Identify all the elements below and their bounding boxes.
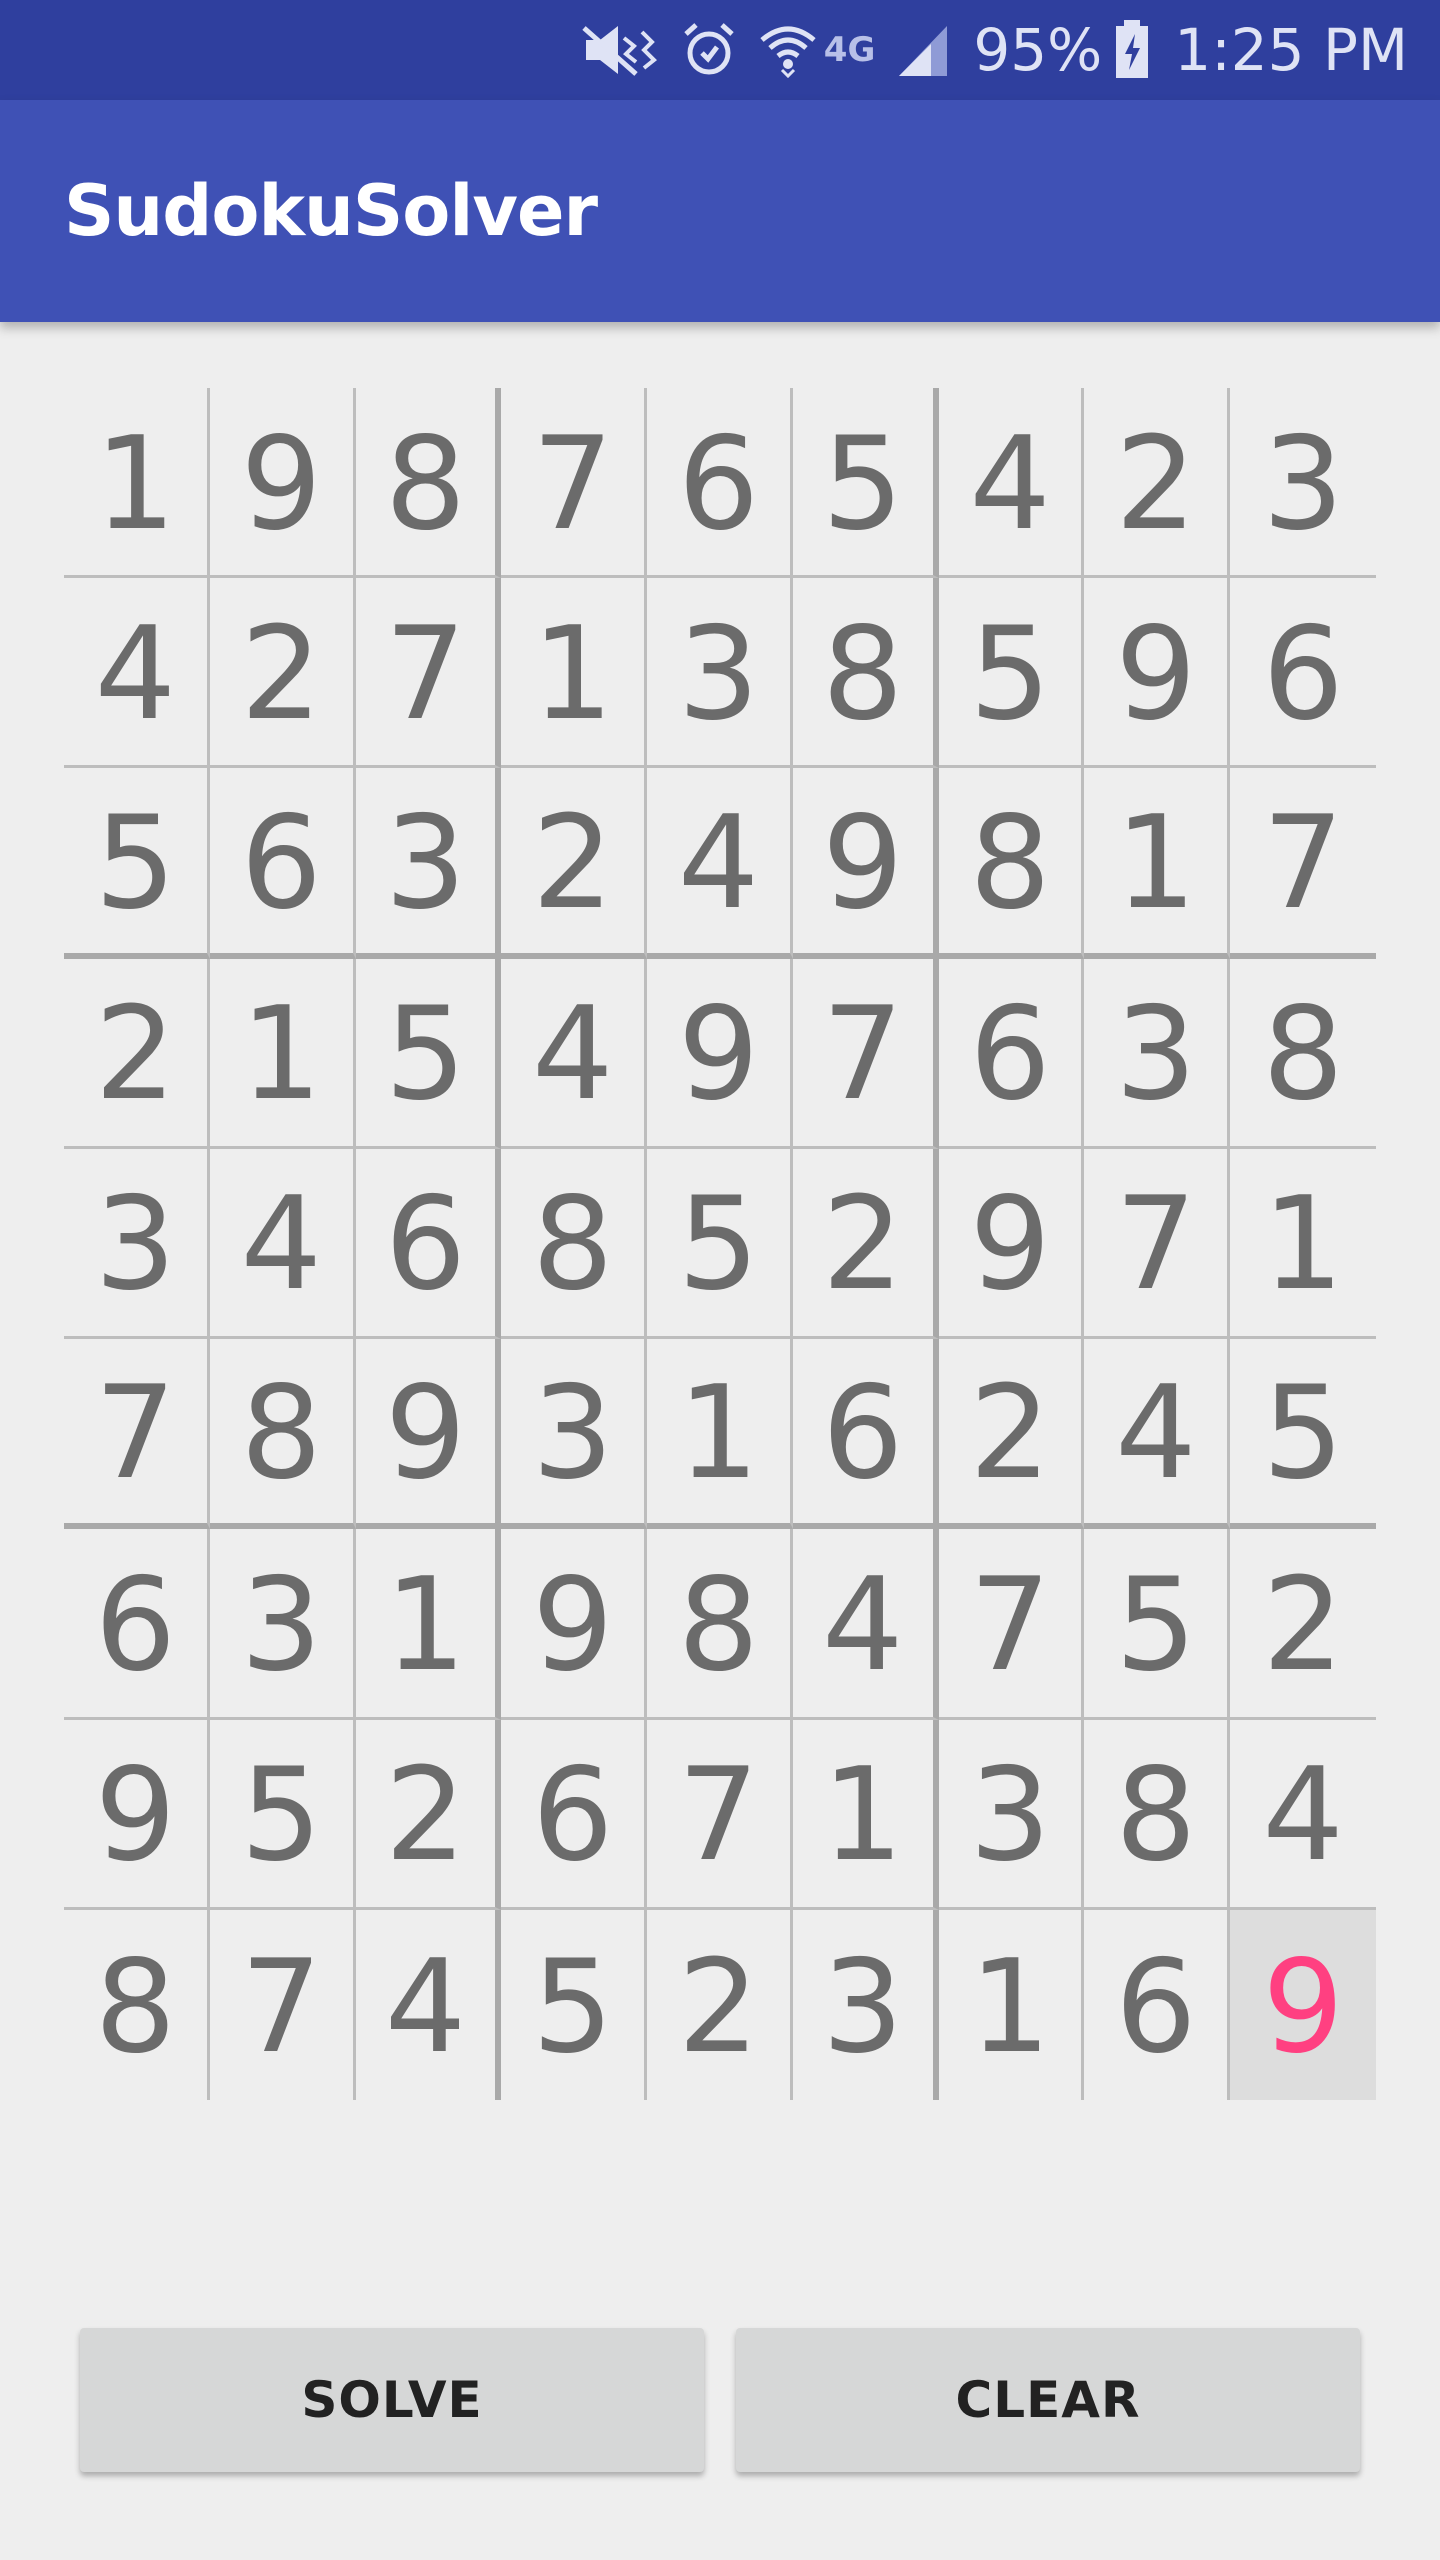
sudoku-grid: 1987654234271385965632498172154976383468… xyxy=(64,388,1376,2100)
sudoku-cell-r5-c2[interactable]: 4 xyxy=(209,1148,356,1340)
sudoku-cell-r7-c2[interactable]: 3 xyxy=(209,1529,356,1720)
sudoku-cell-r6-c1[interactable]: 7 xyxy=(64,1339,210,1530)
sudoku-cell-r2-c4[interactable]: 1 xyxy=(501,578,648,769)
sudoku-cell-r4-c3[interactable]: 5 xyxy=(355,958,502,1149)
solve-button[interactable]: SOLVE xyxy=(80,2328,704,2472)
network-type-label: 4G xyxy=(823,30,876,70)
sudoku-cell-r7-c7[interactable]: 7 xyxy=(938,1529,1085,1720)
sudoku-cell-r1-c8[interactable]: 2 xyxy=(1084,388,1231,579)
sudoku-cell-r2-c6[interactable]: 8 xyxy=(792,578,939,769)
sudoku-cell-r2-c7[interactable]: 5 xyxy=(938,578,1085,769)
sudoku-cell-r6-c9[interactable]: 5 xyxy=(1230,1339,1376,1530)
sudoku-cell-r9-c7[interactable]: 1 xyxy=(939,1909,1085,2100)
sudoku-cell-r3-c1[interactable]: 5 xyxy=(64,768,210,959)
sudoku-cell-r3-c9[interactable]: 7 xyxy=(1230,768,1376,959)
sudoku-cell-r7-c1[interactable]: 6 xyxy=(64,1529,210,1720)
sudoku-cell-r6-c8[interactable]: 4 xyxy=(1084,1339,1231,1530)
sudoku-cell-r4-c6[interactable]: 7 xyxy=(792,958,939,1149)
sudoku-cell-r1-c1[interactable]: 1 xyxy=(64,388,210,579)
sudoku-cell-r2-c8[interactable]: 9 xyxy=(1084,578,1231,769)
sudoku-cell-r8-c1[interactable]: 9 xyxy=(64,1719,210,1910)
sudoku-cell-r7-c9[interactable]: 2 xyxy=(1230,1529,1376,1720)
sudoku-cell-r4-c8[interactable]: 3 xyxy=(1084,958,1231,1149)
sudoku-cell-r2-c3[interactable]: 7 xyxy=(355,578,502,769)
sudoku-cell-r5-c4[interactable]: 8 xyxy=(501,1148,648,1340)
wifi-icon xyxy=(758,22,818,78)
sudoku-cell-r4-c1[interactable]: 2 xyxy=(64,958,210,1149)
app-title: SudokuSolver xyxy=(64,170,598,252)
clear-button[interactable]: CLEAR xyxy=(736,2328,1360,2472)
sudoku-cell-r6-c2[interactable]: 8 xyxy=(209,1339,356,1530)
sudoku-cell-r8-c9[interactable]: 4 xyxy=(1230,1720,1376,1910)
sudoku-cell-r4-c9[interactable]: 8 xyxy=(1230,959,1376,1149)
sudoku-cell-r1-c2[interactable]: 9 xyxy=(209,388,356,579)
sudoku-cell-r1-c5[interactable]: 6 xyxy=(647,388,793,579)
signal-icon xyxy=(897,22,949,78)
sudoku-cell-r6-c6[interactable]: 6 xyxy=(792,1339,939,1530)
sudoku-cell-r6-c3[interactable]: 9 xyxy=(355,1339,502,1530)
sudoku-cell-r7-c6[interactable]: 4 xyxy=(792,1529,939,1720)
app-bar: SudokuSolver xyxy=(0,100,1440,322)
mute-icon xyxy=(580,22,660,78)
sudoku-cell-r5-c5[interactable]: 5 xyxy=(647,1148,793,1340)
sudoku-cell-r3-c8[interactable]: 1 xyxy=(1084,768,1231,959)
clock: 1:25 PM xyxy=(1174,16,1408,84)
sudoku-cell-r9-c3[interactable]: 4 xyxy=(356,1909,502,2100)
sudoku-cell-r9-c9[interactable]: 9 xyxy=(1230,1909,1376,2100)
sudoku-cell-r5-c6[interactable]: 2 xyxy=(792,1148,939,1340)
sudoku-cell-r1-c9[interactable]: 3 xyxy=(1230,388,1376,579)
sudoku-cell-r4-c5[interactable]: 9 xyxy=(647,958,793,1149)
sudoku-cell-r8-c3[interactable]: 2 xyxy=(355,1719,502,1910)
sudoku-cell-r3-c2[interactable]: 6 xyxy=(209,768,356,959)
sudoku-cell-r1-c6[interactable]: 5 xyxy=(792,388,939,579)
sudoku-cell-r9-c8[interactable]: 6 xyxy=(1084,1909,1231,2100)
sudoku-cell-r3-c4[interactable]: 2 xyxy=(501,768,648,959)
sudoku-cell-r7-c3[interactable]: 1 xyxy=(355,1529,502,1720)
sudoku-cell-r8-c4[interactable]: 6 xyxy=(501,1719,648,1910)
sudoku-cell-r6-c5[interactable]: 1 xyxy=(647,1339,793,1530)
sudoku-cell-r2-c5[interactable]: 3 xyxy=(647,578,793,769)
battery-percent: 95% xyxy=(973,16,1103,84)
battery-charging-icon xyxy=(1114,20,1150,80)
sudoku-cell-r8-c5[interactable]: 7 xyxy=(647,1719,793,1910)
sudoku-cell-r2-c2[interactable]: 2 xyxy=(209,578,356,769)
sudoku-cell-r8-c7[interactable]: 3 xyxy=(938,1719,1085,1910)
sudoku-cell-r8-c8[interactable]: 8 xyxy=(1084,1719,1231,1910)
alarm-icon xyxy=(682,22,736,78)
sudoku-cell-r9-c4[interactable]: 5 xyxy=(501,1909,648,2100)
status-bar: 4G 95% 1:25 PM xyxy=(0,0,1440,100)
sudoku-cell-r8-c2[interactable]: 5 xyxy=(209,1719,356,1910)
sudoku-cell-r1-c3[interactable]: 8 xyxy=(355,388,502,579)
sudoku-cell-r6-c7[interactable]: 2 xyxy=(938,1339,1085,1530)
sudoku-cell-r9-c5[interactable]: 2 xyxy=(647,1909,793,2100)
sudoku-cell-r5-c8[interactable]: 7 xyxy=(1084,1148,1231,1340)
sudoku-cell-r7-c4[interactable]: 9 xyxy=(501,1529,648,1720)
sudoku-cell-r2-c9[interactable]: 6 xyxy=(1230,578,1376,769)
sudoku-cell-r9-c2[interactable]: 7 xyxy=(210,1909,356,2100)
sudoku-cell-r7-c8[interactable]: 5 xyxy=(1084,1529,1231,1720)
sudoku-cell-r3-c7[interactable]: 8 xyxy=(938,768,1085,959)
sudoku-cell-r2-c1[interactable]: 4 xyxy=(64,578,210,769)
sudoku-cell-r7-c5[interactable]: 8 xyxy=(647,1529,793,1720)
sudoku-cell-r1-c4[interactable]: 7 xyxy=(501,388,648,579)
sudoku-cell-r8-c6[interactable]: 1 xyxy=(792,1719,939,1910)
sudoku-cell-r9-c6[interactable]: 3 xyxy=(793,1909,939,2100)
sudoku-cell-r4-c7[interactable]: 6 xyxy=(938,958,1085,1149)
sudoku-cell-r4-c4[interactable]: 4 xyxy=(501,958,648,1149)
sudoku-cell-r3-c5[interactable]: 4 xyxy=(647,768,793,959)
sudoku-cell-r5-c1[interactable]: 3 xyxy=(64,1148,210,1340)
sudoku-cell-r3-c6[interactable]: 9 xyxy=(792,768,939,959)
sudoku-cell-r6-c4[interactable]: 3 xyxy=(501,1339,648,1530)
sudoku-cell-r4-c2[interactable]: 1 xyxy=(209,958,356,1149)
sudoku-cell-r5-c7[interactable]: 9 xyxy=(938,1148,1085,1340)
sudoku-cell-r1-c7[interactable]: 4 xyxy=(938,388,1085,579)
sudoku-cell-r9-c1[interactable]: 8 xyxy=(64,1909,210,2100)
sudoku-cell-r5-c9[interactable]: 1 xyxy=(1230,1149,1376,1340)
sudoku-cell-r5-c3[interactable]: 6 xyxy=(355,1148,502,1340)
sudoku-cell-r3-c3[interactable]: 3 xyxy=(355,768,502,959)
